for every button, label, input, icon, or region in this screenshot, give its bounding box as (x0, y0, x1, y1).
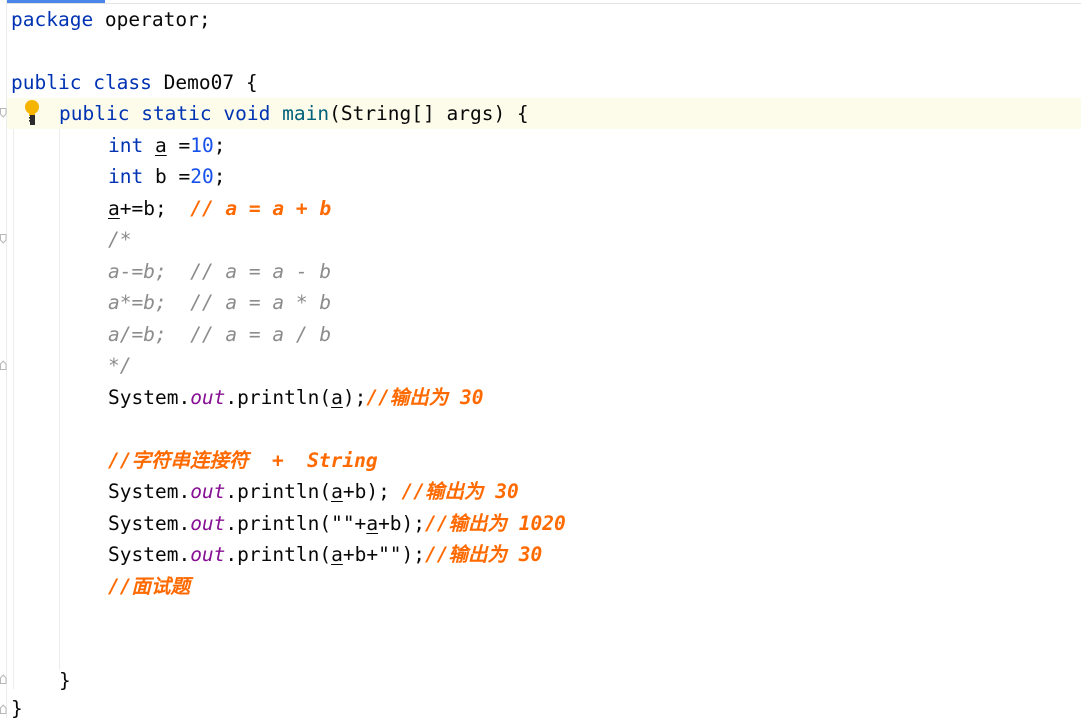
code-line[interactable]: System.out.println(a);//输出为 30 (108, 382, 484, 413)
code-text: +b+""); (342, 543, 426, 566)
code-text: operator; (93, 8, 211, 31)
variable: a (331, 386, 343, 409)
code-text: +=b; (119, 197, 191, 220)
fold-marker-icon[interactable] (0, 674, 7, 684)
keyword: public (59, 102, 130, 125)
code-text: (String[] args) { (329, 102, 529, 125)
line-comment: //面试题 (108, 575, 190, 598)
code-line[interactable]: System.out.println(a+b+"");//输出为 30 (108, 539, 542, 570)
keyword: int (108, 165, 144, 188)
static-field: out (190, 386, 226, 409)
variable: a (154, 134, 167, 157)
line-comment: //字符串连接符 + String (108, 449, 378, 472)
lightbulb-icon[interactable] (22, 99, 42, 127)
method-name: main (282, 102, 330, 125)
keyword: void (223, 102, 271, 125)
fold-marker-icon[interactable] (0, 108, 7, 118)
variable: a (331, 480, 343, 503)
number-literal: 20 (190, 165, 214, 188)
line-comment: // a = a + b (190, 197, 332, 220)
code-text: System. (108, 543, 191, 566)
closing-brace-method[interactable]: } (59, 665, 71, 696)
keyword: int (108, 134, 144, 157)
code-text: ; (213, 134, 226, 157)
code-line[interactable]: int b =20; (108, 161, 225, 192)
keyword: public (11, 71, 82, 94)
code-text: .println( (225, 386, 332, 409)
static-field: out (190, 512, 226, 535)
keyword: class (93, 71, 152, 94)
code-line[interactable]: a+=b; // a = a + b (108, 193, 331, 224)
block-comment-line[interactable]: a-=b; // a = a - b (108, 256, 331, 287)
code-editor[interactable]: package operator; public class Demo07 { … (0, 0, 1081, 718)
variable: a (108, 197, 120, 220)
block-comment-line[interactable]: a/=b; // a = a / b (108, 319, 331, 350)
code-text: ; (213, 165, 226, 188)
code-text: +b); (342, 480, 402, 503)
code-text: .println( (225, 543, 332, 566)
code-text: .println(""+ (225, 512, 367, 535)
keyword: static (141, 102, 212, 125)
code-text: Demo07 { (151, 71, 258, 94)
line-comment: //输出为 30 (366, 386, 484, 409)
code-text: b = (143, 165, 191, 188)
code-text: +b); (378, 512, 426, 535)
code-line[interactable]: System.out.println(""+a+b);//输出为 1020 (108, 508, 566, 539)
fold-marker-icon[interactable] (0, 704, 7, 714)
code-text: ); (342, 386, 367, 409)
static-field: out (190, 480, 226, 503)
indent-guide (59, 129, 60, 670)
code-text: System. (108, 386, 191, 409)
code-text: = (166, 134, 191, 157)
block-comment-line[interactable]: /* (108, 224, 131, 255)
code-line[interactable]: int a =10; (108, 130, 225, 161)
line-comment: //输出为 1020 (425, 512, 566, 535)
block-comment-line[interactable]: */ (108, 350, 131, 381)
line-comment: //输出为 30 (401, 480, 519, 503)
keyword: package (11, 8, 94, 31)
code-line[interactable]: package operator; (11, 4, 211, 35)
block-comment-line[interactable]: a*=b; // a = a * b (108, 287, 331, 318)
fold-marker-icon[interactable] (0, 234, 7, 244)
code-line[interactable]: //面试题 (108, 571, 190, 602)
static-field: out (190, 543, 226, 566)
closing-brace-class[interactable]: } (11, 693, 23, 718)
code-line[interactable]: public class Demo07 { (11, 67, 258, 98)
number-literal: 10 (190, 134, 214, 157)
code-line[interactable]: public static void main(String[] args) { (59, 98, 529, 129)
fold-marker-icon[interactable] (0, 360, 7, 370)
code-line[interactable]: //字符串连接符 + String (108, 445, 378, 476)
code-text: System. (108, 512, 191, 535)
variable: a (331, 543, 343, 566)
code-text: System. (108, 480, 191, 503)
code-text: .println( (225, 480, 332, 503)
code-line[interactable]: System.out.println(a+b); //输出为 30 (108, 476, 519, 507)
line-comment: //输出为 30 (425, 543, 543, 566)
variable: a (366, 512, 379, 535)
indent-guide (13, 129, 14, 689)
